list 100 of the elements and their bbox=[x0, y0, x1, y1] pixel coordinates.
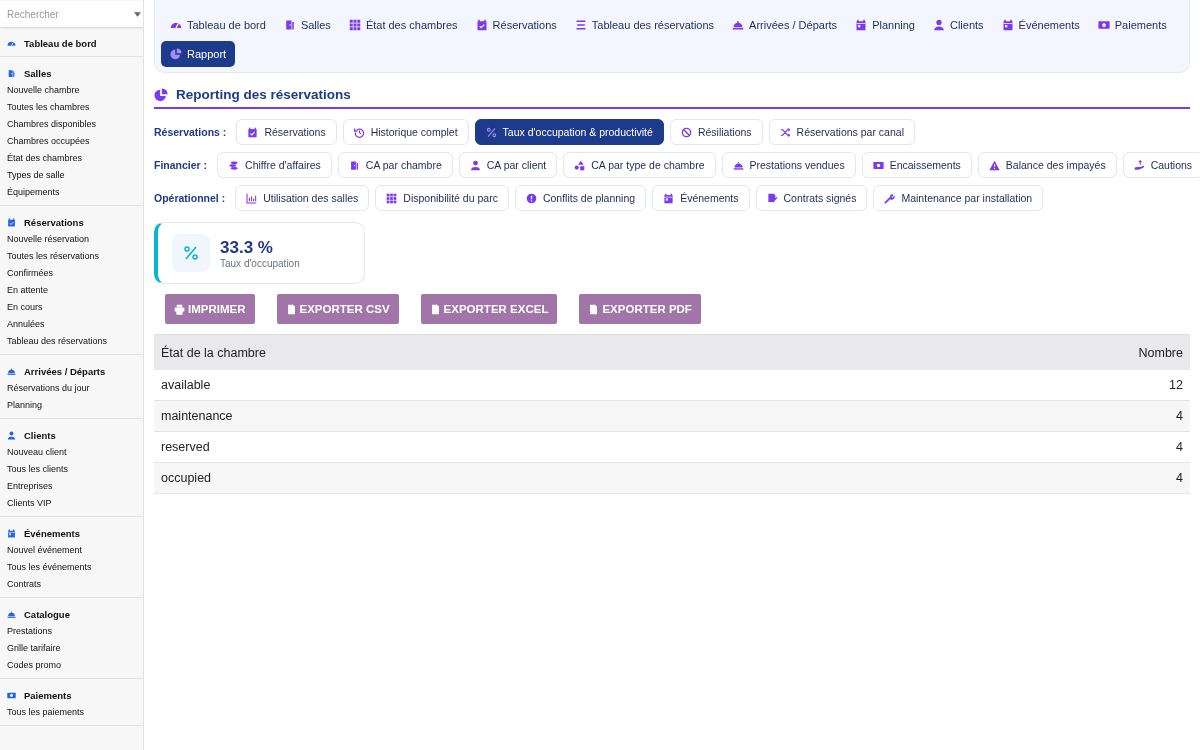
sidebar-item[interactable]: Chambres disponibles bbox=[0, 116, 143, 133]
table-cell: available bbox=[154, 370, 849, 401]
nav-tab[interactable]: État des chambres bbox=[339, 12, 467, 38]
printer-icon bbox=[174, 303, 185, 315]
report-button[interactable]: Encaissements bbox=[861, 152, 972, 178]
sidebar-item[interactable]: Types de salle bbox=[0, 167, 143, 184]
group-label: Réservations : bbox=[154, 126, 227, 138]
calendar-check-icon bbox=[247, 126, 259, 138]
sidebar-item[interactable]: Clients VIP bbox=[0, 495, 143, 512]
report-button[interactable]: Utilisation des salles bbox=[235, 185, 370, 211]
nav-tab[interactable]: Réservations bbox=[466, 12, 566, 38]
sidebar-item[interactable]: Prestations bbox=[0, 623, 143, 640]
sidebar-item[interactable]: Nouvelle chambre bbox=[0, 82, 143, 99]
sidebar-item[interactable]: Tous les paiements bbox=[0, 704, 143, 721]
user-icon bbox=[7, 430, 16, 440]
sidebar-section-title[interactable]: Salles bbox=[24, 67, 52, 79]
sidebar-item[interactable]: État des chambres bbox=[0, 150, 143, 167]
sidebar-item[interactable]: Codes promo bbox=[0, 657, 143, 674]
bell-icon bbox=[7, 609, 16, 619]
nav-tab[interactable]: Clients bbox=[923, 12, 993, 38]
report-button[interactable]: Cautions bbox=[1122, 152, 1200, 178]
report-button[interactable]: Réservations bbox=[236, 119, 337, 145]
calendar-check-icon bbox=[7, 217, 16, 227]
report-button[interactable]: Prestations vendues bbox=[721, 152, 856, 178]
nav-tab[interactable]: Tableau des réservations bbox=[565, 12, 724, 38]
calendar-icon bbox=[1001, 19, 1014, 31]
nav-tab[interactable]: Tableau de bord bbox=[161, 12, 275, 38]
sidebar-item[interactable]: En cours bbox=[0, 299, 143, 316]
caret-icon bbox=[134, 12, 141, 17]
banknote-icon bbox=[1097, 19, 1110, 31]
sidebar-item[interactable]: Tous les événements bbox=[0, 559, 143, 576]
sidebar-item[interactable]: Équipements bbox=[0, 184, 143, 201]
door-icon bbox=[7, 68, 16, 78]
report-button[interactable]: Maintenance par installation bbox=[873, 185, 1044, 211]
sidebar-section-title[interactable]: Tableau de bord bbox=[24, 37, 97, 49]
percent-icon bbox=[183, 245, 199, 261]
sidebar-item[interactable]: En attente bbox=[0, 282, 143, 299]
export-button[interactable]: EXPORTER EXCEL bbox=[420, 294, 558, 324]
shuffle-icon bbox=[779, 126, 791, 138]
alert-icon bbox=[525, 192, 537, 204]
sidebar-section-title[interactable]: Paiements bbox=[24, 689, 72, 701]
sidebar-item[interactable]: Chambres occupées bbox=[0, 133, 143, 150]
report-button[interactable]: Contrats signés bbox=[755, 185, 868, 211]
report-button[interactable]: Résiliations bbox=[669, 119, 763, 145]
report-button[interactable]: Réservations par canal bbox=[768, 119, 915, 145]
search-field[interactable]: Rechercher bbox=[0, 1, 143, 27]
nav-tab[interactable]: Planning bbox=[846, 12, 924, 38]
table-cell: 12 bbox=[848, 370, 1190, 401]
report-button[interactable]: CA par type de chambre bbox=[563, 152, 716, 178]
sidebar-item[interactable]: Tableau des réservations bbox=[0, 333, 143, 350]
sidebar-item[interactable]: Nouveau client bbox=[0, 444, 143, 461]
report-button[interactable]: Événements bbox=[652, 185, 750, 211]
nav-tab[interactable]: Événements bbox=[992, 12, 1089, 38]
sidebar-section-title[interactable]: Clients bbox=[24, 429, 56, 441]
report-button[interactable]: Disponibilité du parc bbox=[375, 185, 509, 211]
calendar-icon bbox=[663, 192, 675, 204]
sidebar-item[interactable]: Toutes les chambres bbox=[0, 99, 143, 116]
report-button[interactable]: CA par client bbox=[458, 152, 558, 178]
sidebar-section-title[interactable]: Catalogue bbox=[24, 608, 70, 620]
export-button[interactable]: EXPORTER PDF bbox=[579, 294, 701, 324]
sidebar-item[interactable]: Réservations du jour bbox=[0, 380, 143, 397]
report-button[interactable]: Conflits de planning bbox=[514, 185, 647, 211]
sidebar-item[interactable]: Planning bbox=[0, 397, 143, 414]
pie-icon bbox=[154, 87, 168, 102]
export-button[interactable]: IMPRIMER bbox=[165, 294, 255, 324]
report-button[interactable]: Chiffre d'affaires bbox=[217, 152, 332, 178]
user-icon bbox=[932, 19, 945, 31]
kpi-label: Taux d'occupation bbox=[220, 257, 300, 269]
wrench-icon bbox=[884, 192, 896, 204]
sidebar-item[interactable]: Annulées bbox=[0, 316, 143, 333]
grid-icon bbox=[348, 19, 361, 31]
sidebar-item[interactable]: Nouvel événement bbox=[0, 542, 143, 559]
calendar-check-icon bbox=[475, 19, 488, 31]
sidebar-section-title[interactable]: Arrivées / Départs bbox=[24, 365, 106, 377]
report-button[interactable]: Balance des impayés bbox=[977, 152, 1117, 178]
nav-tab[interactable]: Rapport bbox=[161, 41, 236, 67]
door-icon bbox=[283, 19, 296, 31]
sidebar-item[interactable]: Confirmées bbox=[0, 265, 143, 282]
sidebar-item[interactable]: Tous les clients bbox=[0, 461, 143, 478]
sidebar-item[interactable]: Contrats bbox=[0, 576, 143, 593]
grid-icon bbox=[386, 192, 398, 204]
banknote-icon bbox=[872, 159, 884, 171]
pie-icon bbox=[170, 48, 182, 60]
file-icon bbox=[285, 303, 297, 315]
sidebar-section-title[interactable]: Réservations bbox=[24, 216, 84, 228]
report-button[interactable]: CA par chambre bbox=[337, 152, 453, 178]
sidebar-item[interactable]: Toutes les réservations bbox=[0, 248, 143, 265]
sidebar-section-title[interactable]: Événements bbox=[24, 527, 80, 539]
sidebar-item[interactable]: Entreprises bbox=[0, 478, 143, 495]
report-button[interactable]: Historique complet bbox=[342, 119, 469, 145]
bell-icon bbox=[732, 159, 744, 171]
nav-tab[interactable]: Arrivées / Départs bbox=[723, 12, 847, 38]
nav-tab[interactable]: Salles bbox=[274, 12, 340, 38]
report-button[interactable]: Taux d'occupation & productivité bbox=[474, 119, 664, 145]
sidebar-item[interactable]: Nouvelle réservation bbox=[0, 231, 143, 248]
table-cell: maintenance bbox=[154, 400, 849, 432]
nav-tab[interactable]: Paiements bbox=[1088, 12, 1176, 38]
export-button[interactable]: EXPORTER CSV bbox=[276, 294, 399, 324]
sidebar-item[interactable]: Grille tarifaire bbox=[0, 640, 143, 657]
calendar-icon bbox=[855, 19, 868, 31]
